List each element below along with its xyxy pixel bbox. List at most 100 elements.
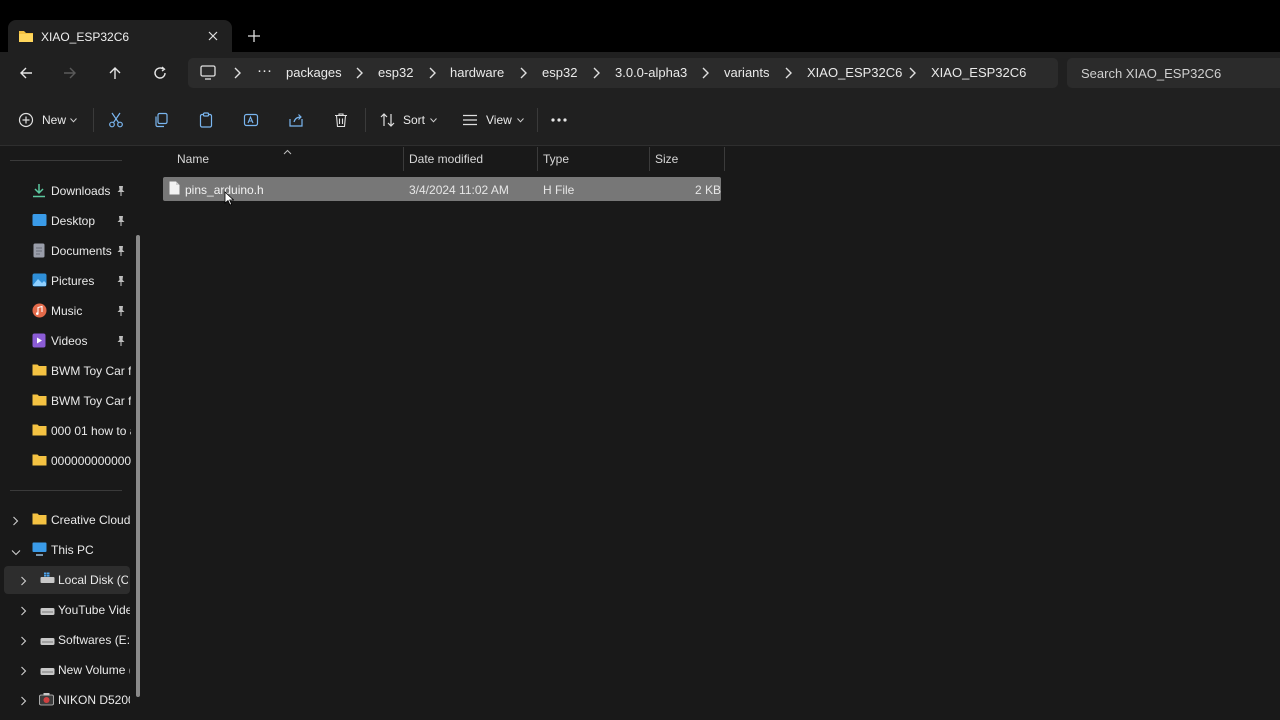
chevron-right-icon bbox=[592, 67, 600, 82]
folder-icon bbox=[32, 423, 47, 439]
column-divider[interactable] bbox=[537, 147, 538, 171]
column-divider[interactable] bbox=[403, 147, 404, 171]
sidebar-item-folder-4[interactable]: 00000000000000 bbox=[0, 447, 132, 475]
sidebar-item-local-disk-c[interactable]: Local Disk (C:) bbox=[4, 566, 130, 594]
column-divider[interactable] bbox=[724, 147, 725, 171]
camera-icon bbox=[39, 692, 54, 709]
sort-ascending-icon bbox=[283, 144, 292, 158]
sidebar-item-folder-3[interactable]: 000 01 how to a bbox=[0, 417, 132, 445]
chevron-right-icon[interactable] bbox=[20, 575, 27, 589]
sidebar-item-drive-youtube[interactable]: YouTube Video bbox=[0, 596, 132, 624]
new-tab-button[interactable] bbox=[244, 26, 264, 46]
command-bar: New Sort View bbox=[0, 94, 1280, 146]
file-date: 3/4/2024 11:02 AM bbox=[409, 183, 509, 197]
new-button[interactable]: New bbox=[18, 108, 77, 132]
chevron-right-icon bbox=[355, 67, 363, 82]
sidebar-item-label: YouTube Video bbox=[58, 603, 130, 617]
column-header-size[interactable]: Size bbox=[655, 147, 678, 171]
column-header-type[interactable]: Type bbox=[543, 147, 569, 171]
pin-icon bbox=[116, 305, 126, 320]
chevron-right-icon bbox=[428, 67, 436, 82]
desktop-icon bbox=[32, 213, 47, 230]
sidebar-item-this-pc[interactable]: This PC bbox=[0, 536, 132, 564]
tab-xiao-esp32c6[interactable]: XIAO_ESP32C6 bbox=[8, 20, 232, 52]
chevron-right-icon[interactable] bbox=[12, 515, 19, 529]
chevron-right-icon bbox=[519, 67, 527, 82]
sidebar-item-drive-new-volume[interactable]: New Volume (F bbox=[0, 656, 132, 684]
delete-button[interactable] bbox=[333, 108, 349, 132]
sidebar-scrollbar[interactable] bbox=[136, 235, 140, 697]
breadcrumb-packages[interactable]: packages bbox=[286, 65, 342, 80]
breadcrumb-hardware[interactable]: hardware bbox=[450, 65, 504, 80]
back-button[interactable] bbox=[15, 62, 37, 84]
close-icon bbox=[208, 31, 218, 41]
breadcrumb-version[interactable]: 3.0.0-alpha3 bbox=[615, 65, 687, 80]
more-crumbs-icon[interactable]: ··· bbox=[257, 62, 272, 79]
view-list-icon bbox=[463, 114, 477, 126]
sidebar-item-music[interactable]: Music bbox=[0, 297, 132, 325]
file-list-pane: Name Date modified Type Size pins_arduin… bbox=[148, 147, 1280, 720]
rename-button[interactable] bbox=[243, 108, 259, 132]
toolbar-divider bbox=[365, 108, 366, 132]
sidebar-item-label: Pictures bbox=[51, 274, 95, 288]
pin-icon bbox=[116, 185, 126, 200]
arrow-left-icon bbox=[20, 67, 32, 79]
breadcrumb-esp32[interactable]: esp32 bbox=[378, 65, 413, 80]
column-divider[interactable] bbox=[649, 147, 650, 171]
chevron-down-icon[interactable] bbox=[11, 545, 21, 559]
chevron-right-icon[interactable] bbox=[20, 635, 27, 649]
close-tab-button[interactable] bbox=[204, 27, 222, 45]
sidebar-item-nikon[interactable]: NIKON D5200 bbox=[0, 686, 132, 714]
chevron-down-icon bbox=[430, 117, 437, 123]
pin-icon bbox=[116, 245, 126, 260]
chevron-right-icon[interactable] bbox=[20, 605, 27, 619]
file-icon bbox=[169, 181, 180, 198]
monitor-icon bbox=[200, 65, 216, 83]
sidebar-item-label: New Volume (F bbox=[58, 663, 130, 677]
sidebar-item-downloads[interactable]: Downloads bbox=[0, 177, 132, 205]
column-header-date[interactable]: Date modified bbox=[409, 147, 483, 171]
file-type: H File bbox=[543, 183, 575, 197]
toolbar-divider bbox=[93, 108, 94, 132]
breadcrumb-xiao-2[interactable]: XIAO_ESP32C6 bbox=[931, 65, 1026, 80]
sidebar-item-pictures[interactable]: Pictures bbox=[0, 267, 132, 295]
breadcrumb-xiao-1[interactable]: XIAO_ESP32C6 bbox=[807, 65, 902, 80]
pc-icon bbox=[32, 542, 47, 559]
sidebar-item-drive-softwares[interactable]: Softwares (E:) bbox=[0, 626, 132, 654]
sidebar-item-videos[interactable]: Videos bbox=[0, 327, 132, 355]
download-icon bbox=[32, 183, 46, 201]
cut-button[interactable] bbox=[108, 108, 124, 132]
share-button[interactable] bbox=[288, 108, 304, 132]
column-header-name[interactable]: Name bbox=[177, 147, 209, 171]
scissors-icon bbox=[109, 112, 123, 128]
arrow-up-icon bbox=[109, 67, 121, 79]
sidebar-item-desktop[interactable]: Desktop bbox=[0, 207, 132, 235]
sidebar-item-folder-2[interactable]: BWM Toy Car fo bbox=[0, 387, 132, 415]
new-label: New bbox=[42, 113, 67, 127]
breadcrumb-esp32-sub[interactable]: esp32 bbox=[542, 65, 577, 80]
file-row[interactable]: pins_arduino.h 3/4/2024 11:02 AM H File … bbox=[163, 177, 721, 201]
forward-button[interactable] bbox=[59, 62, 81, 84]
breadcrumb-variants[interactable]: variants bbox=[724, 65, 770, 80]
clipboard-icon bbox=[199, 112, 213, 128]
sidebar-item-documents[interactable]: Documents bbox=[0, 237, 132, 265]
pictures-icon bbox=[32, 273, 47, 290]
address-bar[interactable]: ··· packages esp32 hardware esp32 3.0.0-… bbox=[188, 58, 1058, 88]
chevron-right-icon[interactable] bbox=[20, 665, 27, 679]
sidebar-item-label: 000 01 how to a bbox=[51, 424, 131, 438]
sidebar-item-label: Local Disk (C:) bbox=[58, 573, 128, 587]
search-input[interactable] bbox=[1067, 58, 1280, 88]
up-button[interactable] bbox=[104, 62, 126, 84]
refresh-button[interactable] bbox=[149, 62, 171, 84]
search-box[interactable] bbox=[1067, 58, 1280, 88]
sidebar-item-folder-1[interactable]: BWM Toy Car fo bbox=[0, 357, 132, 385]
sort-button[interactable]: Sort bbox=[380, 108, 437, 132]
paste-button[interactable] bbox=[198, 108, 214, 132]
chevron-right-icon[interactable] bbox=[20, 695, 27, 709]
sidebar-item-creative-cloud[interactable]: Creative Cloud F bbox=[0, 506, 132, 534]
more-icon bbox=[551, 118, 567, 122]
more-options-button[interactable] bbox=[551, 108, 567, 132]
copy-button[interactable] bbox=[153, 108, 169, 132]
view-button[interactable]: View bbox=[462, 108, 524, 132]
mouse-cursor-icon bbox=[224, 191, 235, 209]
